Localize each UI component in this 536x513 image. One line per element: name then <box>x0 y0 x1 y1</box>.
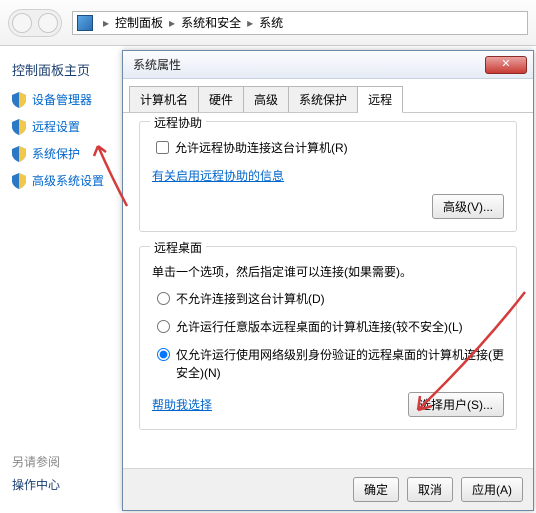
radio-label: 仅允许运行使用网络级别身份验证的远程桌面的计算机连接(更安全)(N) <box>176 346 504 382</box>
chevron-right-icon: ▸ <box>97 16 115 30</box>
shield-icon <box>12 146 26 162</box>
chevron-right-icon: ▸ <box>241 16 259 30</box>
radio-input[interactable] <box>157 320 170 333</box>
tab-remote[interactable]: 远程 <box>358 86 403 113</box>
sidebar-item-label: 高级系统设置 <box>32 172 104 189</box>
remote-assistance-advanced-button[interactable]: 高级(V)... <box>432 194 504 219</box>
tab-computer-name[interactable]: 计算机名 <box>129 86 199 113</box>
radio-dont-allow[interactable]: 不允许连接到这台计算机(D) <box>152 290 504 308</box>
group-remote-assistance: 远程协助 允许远程协助连接这台计算机(R) 有关启用远程协助的信息 高级(V).… <box>139 121 517 232</box>
sidebar: 控制面板主页 设备管理器 远程设置 系统保护 高级系统设置 <box>0 46 122 513</box>
chevron-right-icon: ▸ <box>163 16 181 30</box>
window-topbar: ▸ 控制面板 ▸ 系统和安全 ▸ 系统 <box>0 0 536 46</box>
sidebar-item-device-manager[interactable]: 设备管理器 <box>12 91 122 108</box>
tab-advanced[interactable]: 高级 <box>244 86 289 113</box>
checkbox-input[interactable] <box>156 141 169 154</box>
nav-back-forward[interactable] <box>8 9 62 37</box>
forward-icon[interactable] <box>38 13 58 33</box>
group-title: 远程桌面 <box>150 239 206 256</box>
radio-input[interactable] <box>157 348 170 361</box>
checkbox-label: 允许远程协助连接这台计算机(R) <box>175 139 348 156</box>
remote-assistance-info-link[interactable]: 有关启用远程协助的信息 <box>152 169 284 183</box>
see-also-section: 另请参阅 操作中心 <box>12 453 60 493</box>
remote-desktop-description: 单击一个选项，然后指定谁可以连接(如果需要)。 <box>152 263 504 280</box>
see-also-item[interactable]: 操作中心 <box>12 476 60 493</box>
dialog-title: 系统属性 <box>133 56 485 73</box>
cancel-button[interactable]: 取消 <box>407 477 453 502</box>
close-icon: ✕ <box>501 58 510 70</box>
system-properties-dialog: 系统属性 ✕ 计算机名 硬件 高级 系统保护 远程 远程协助 允许远程协助连接这… <box>122 50 534 511</box>
back-icon[interactable] <box>12 13 32 33</box>
sidebar-item-label: 设备管理器 <box>32 91 92 108</box>
tab-bar: 计算机名 硬件 高级 系统保护 远程 <box>123 79 533 113</box>
help-me-choose-link[interactable]: 帮助我选择 <box>152 396 212 413</box>
sidebar-item-label: 远程设置 <box>32 118 80 135</box>
radio-input[interactable] <box>157 292 170 305</box>
radio-label: 不允许连接到这台计算机(D) <box>176 290 325 308</box>
breadcrumb-item[interactable]: 系统 <box>259 14 283 31</box>
shield-icon <box>12 173 26 189</box>
shield-icon <box>12 119 26 135</box>
radio-allow-any-version[interactable]: 允许运行任意版本远程桌面的计算机连接(较不安全)(L) <box>152 318 504 336</box>
tab-system-protection[interactable]: 系统保护 <box>289 86 358 113</box>
sidebar-item-advanced-system-settings[interactable]: 高级系统设置 <box>12 172 122 189</box>
breadcrumb[interactable]: ▸ 控制面板 ▸ 系统和安全 ▸ 系统 <box>72 11 528 35</box>
allow-remote-assistance-checkbox[interactable]: 允许远程协助连接这台计算机(R) <box>152 138 504 157</box>
shield-icon <box>12 92 26 108</box>
close-button[interactable]: ✕ <box>485 56 527 74</box>
radio-label: 允许运行任意版本远程桌面的计算机连接(较不安全)(L) <box>176 318 463 336</box>
ok-button[interactable]: 确定 <box>353 477 399 502</box>
sidebar-title: 控制面板主页 <box>12 60 122 79</box>
sidebar-item-label: 系统保护 <box>32 145 80 162</box>
select-users-button[interactable]: 选择用户(S)... <box>408 392 504 417</box>
see-also-title: 另请参阅 <box>12 453 60 470</box>
sidebar-item-remote-settings[interactable]: 远程设置 <box>12 118 122 135</box>
group-title: 远程协助 <box>150 114 206 131</box>
tab-hardware[interactable]: 硬件 <box>199 86 244 113</box>
apply-button[interactable]: 应用(A) <box>461 477 523 502</box>
sidebar-item-system-protection[interactable]: 系统保护 <box>12 145 122 162</box>
control-panel-icon <box>77 15 93 31</box>
radio-allow-nla-only[interactable]: 仅允许运行使用网络级别身份验证的远程桌面的计算机连接(更安全)(N) <box>152 346 504 382</box>
tab-panel-remote: 远程协助 允许远程协助连接这台计算机(R) 有关启用远程协助的信息 高级(V).… <box>123 113 533 468</box>
dialog-button-bar: 确定 取消 应用(A) <box>123 468 533 510</box>
breadcrumb-item[interactable]: 控制面板 <box>115 14 163 31</box>
breadcrumb-item[interactable]: 系统和安全 <box>181 14 241 31</box>
dialog-titlebar[interactable]: 系统属性 ✕ <box>123 51 533 79</box>
group-remote-desktop: 远程桌面 单击一个选项，然后指定谁可以连接(如果需要)。 不允许连接到这台计算机… <box>139 246 517 430</box>
